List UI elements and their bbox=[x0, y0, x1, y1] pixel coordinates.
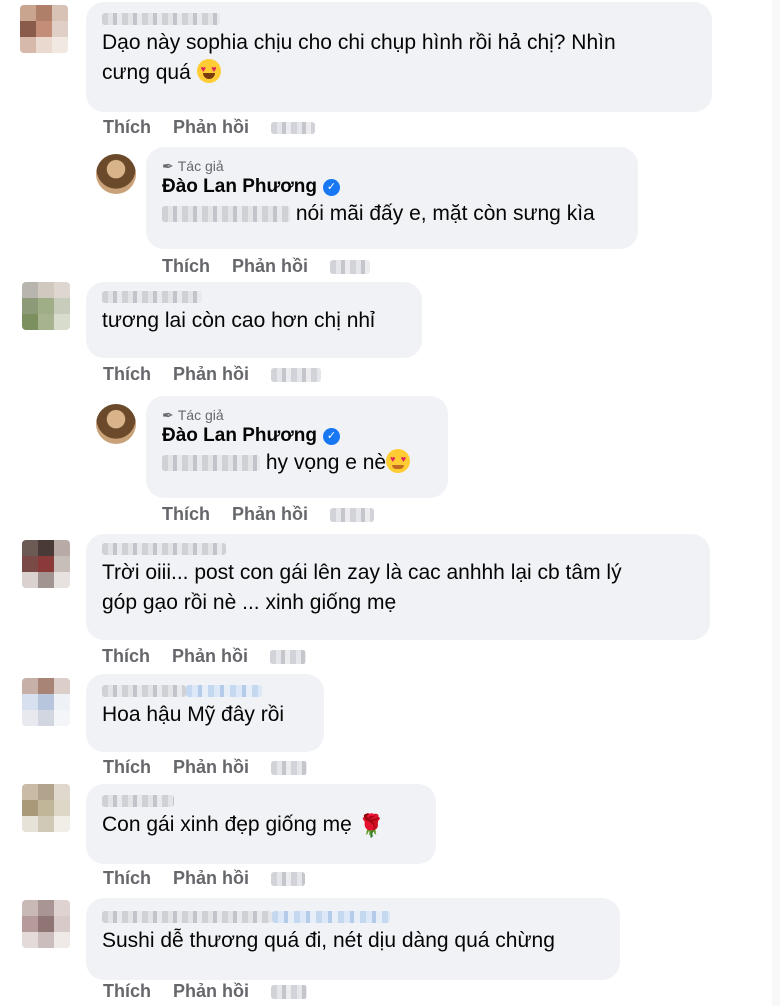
like-button[interactable]: Thích bbox=[102, 646, 150, 667]
comment-bubble: Hoa hậu Mỹ đây rồi bbox=[86, 674, 324, 752]
comment-author-redacted[interactable] bbox=[102, 540, 694, 558]
reply-bubble: ✒ Tác giả Đào Lan Phương ✓ nói mãi đấy e, … bbox=[146, 147, 638, 249]
reply-button[interactable]: Phản hồi bbox=[173, 757, 249, 778]
mention-redacted[interactable] bbox=[162, 206, 290, 223]
pen-icon: ✒ bbox=[162, 406, 174, 423]
avatar[interactable] bbox=[22, 282, 70, 330]
avatar[interactable] bbox=[22, 900, 70, 948]
comment-author-redacted[interactable] bbox=[102, 682, 308, 700]
timestamp-redacted[interactable] bbox=[271, 871, 305, 886]
comment-actions: Thích Phản hồi bbox=[103, 364, 321, 385]
comment-actions: Thích Phản hồi bbox=[103, 981, 307, 1002]
timestamp-redacted[interactable] bbox=[330, 259, 370, 274]
comment-actions: Thích Phản hồi bbox=[102, 646, 306, 667]
reply-button[interactable]: Phản hồi bbox=[173, 117, 249, 138]
comment-text: tương lai còn cao hơn chị nhỉ bbox=[102, 309, 375, 332]
reply-button[interactable]: Phản hồi bbox=[173, 981, 249, 1002]
comment-text-line2: góp gạo rồi nè ... xinh giống mẹ bbox=[102, 591, 397, 614]
avatar[interactable] bbox=[22, 678, 70, 726]
comment-actions: Thích Phản hồi bbox=[103, 117, 315, 138]
comment-actions: Thích Phản hồi bbox=[103, 757, 307, 778]
rose-emoji-icon: 🌹 bbox=[357, 813, 386, 838]
comment-author-redacted[interactable] bbox=[102, 10, 696, 28]
comment-actions: Thích Phản hồi bbox=[103, 868, 305, 889]
avatar[interactable] bbox=[22, 540, 70, 588]
avatar[interactable] bbox=[20, 5, 68, 53]
like-button[interactable]: Thích bbox=[103, 364, 151, 385]
reply-button[interactable]: Phản hồi bbox=[173, 364, 249, 385]
reply-actions: Thích Phản hồi bbox=[162, 256, 370, 277]
comment-author-redacted[interactable] bbox=[102, 792, 420, 810]
reply-text: nói mãi đấy e, mặt còn sưng kìa bbox=[162, 199, 622, 229]
author-tag: ✒ Tác giả bbox=[162, 406, 224, 424]
comment-bubble: Dạo này sophia chịu cho chi chụp hình rồ… bbox=[86, 2, 712, 112]
reply-actions: Thích Phản hồi bbox=[162, 504, 374, 525]
like-button[interactable]: Thích bbox=[103, 981, 151, 1002]
reply-button[interactable]: Phản hồi bbox=[172, 646, 248, 667]
comment-bubble: Con gái xinh đẹp giống mẹ 🌹 bbox=[86, 784, 436, 864]
comment-text: Hoa hậu Mỹ đây rồi bbox=[102, 703, 285, 726]
like-button[interactable]: Thích bbox=[103, 117, 151, 138]
reply-button[interactable]: Phản hồi bbox=[232, 256, 308, 277]
like-button[interactable]: Thích bbox=[162, 504, 210, 525]
smiling-face-with-hearts-icon: ♥ ♥ bbox=[386, 449, 411, 473]
reply-bubble: ✒ Tác giả Đào Lan Phương ✓ hy vọng e nè ♥ ♥ bbox=[146, 396, 448, 498]
comment-bubble: Sushi dễ thương quá đi, nét dịu dàng quá… bbox=[86, 898, 620, 980]
comment-text-line2: cưng quá ♥ ♥ bbox=[102, 58, 696, 88]
verified-badge-icon: ✓ bbox=[323, 427, 340, 445]
scroll-track bbox=[772, 0, 780, 1006]
comment-bubble: tương lai còn cao hơn chị nhỉ bbox=[86, 282, 422, 358]
avatar[interactable] bbox=[22, 784, 70, 832]
reply-text: hy vọng e nè ♥ ♥ bbox=[162, 448, 432, 478]
comment-bubble: Trời oiii... post con gái lên zay là cac… bbox=[86, 534, 710, 640]
timestamp-redacted[interactable] bbox=[271, 367, 321, 382]
reply-button[interactable]: Phản hồi bbox=[232, 504, 308, 525]
heart-eyes-emoji-icon: ♥ ♥ bbox=[196, 59, 221, 83]
comment-text: Con gái xinh đẹp giống mẹ 🌹 bbox=[102, 813, 386, 838]
like-button[interactable]: Thích bbox=[103, 757, 151, 778]
timestamp-redacted[interactable] bbox=[271, 984, 307, 999]
timestamp-redacted[interactable] bbox=[270, 649, 306, 664]
pen-icon: ✒ bbox=[162, 157, 174, 174]
author-tag: ✒ Tác giả bbox=[162, 157, 224, 175]
verified-badge-icon: ✓ bbox=[323, 178, 340, 196]
mention-redacted[interactable] bbox=[162, 455, 260, 472]
like-button[interactable]: Thích bbox=[103, 868, 151, 889]
comment-text: Dạo này sophia chịu cho chi chụp hình rồ… bbox=[102, 31, 616, 54]
comment-text: Trời oiii... post con gái lên zay là cac… bbox=[102, 561, 622, 584]
comment-author-redacted[interactable] bbox=[102, 288, 406, 306]
timestamp-redacted[interactable] bbox=[271, 760, 307, 775]
reply-author-name[interactable]: Đào Lan Phương ✓ bbox=[162, 424, 432, 448]
comment-author-redacted[interactable] bbox=[102, 908, 604, 926]
like-button[interactable]: Thích bbox=[162, 256, 210, 277]
author-avatar[interactable] bbox=[96, 154, 136, 194]
reply-button[interactable]: Phản hồi bbox=[173, 868, 249, 889]
reply-author-name[interactable]: Đào Lan Phương ✓ bbox=[162, 175, 622, 199]
timestamp-redacted[interactable] bbox=[271, 121, 315, 134]
author-avatar[interactable] bbox=[96, 404, 136, 444]
comment-text: Sushi dễ thương quá đi, nét dịu dàng quá… bbox=[102, 929, 555, 952]
timestamp-redacted[interactable] bbox=[330, 507, 374, 522]
